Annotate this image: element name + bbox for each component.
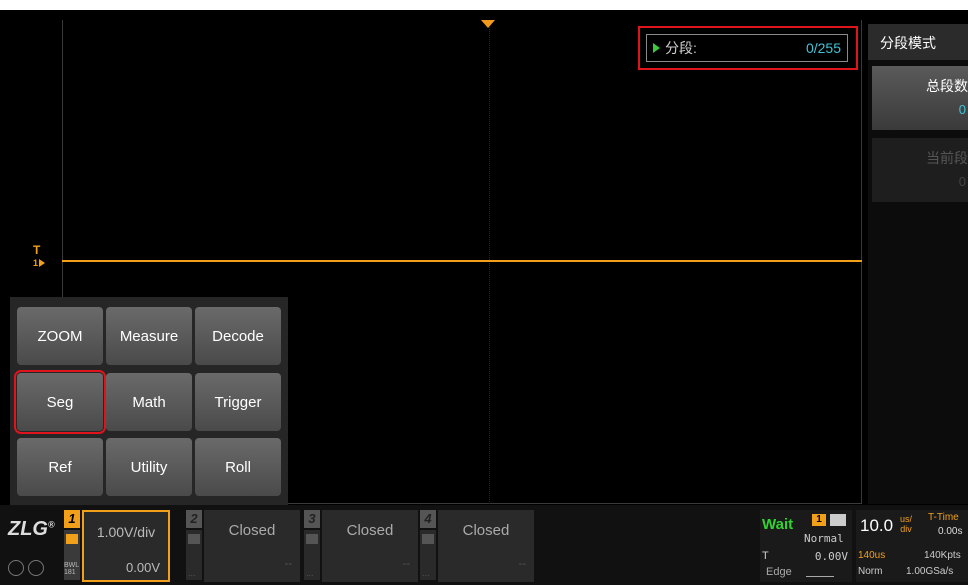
search-icon[interactable]	[8, 560, 24, 576]
coupling-icon	[422, 534, 434, 544]
logo-text: ZLG	[8, 518, 48, 540]
ch2-dots: ...	[188, 568, 196, 578]
ch3-side-info: ...	[304, 530, 320, 580]
play-icon	[653, 43, 660, 53]
trigger-position-marker[interactable]	[481, 20, 495, 28]
current-segment-label: 当前段	[926, 150, 968, 166]
panel-title: 分段模式	[868, 24, 968, 60]
grid-center-line	[489, 20, 490, 504]
coupling-icon	[188, 534, 200, 544]
ch4-settings[interactable]: Closed --	[438, 510, 534, 582]
trigger-t-label: T	[33, 243, 41, 257]
arrow-right-icon	[39, 258, 46, 267]
ch2-settings[interactable]: Closed --	[204, 510, 300, 582]
quick-function-menu: ZOOM Measure Decode Seg Math Trigger Ref…	[10, 297, 288, 505]
zoom-button[interactable]: ZOOM	[17, 307, 103, 365]
utility-button[interactable]: Utility	[106, 438, 192, 496]
trigger-t-label: T	[762, 550, 769, 562]
ch4-side-info: ...	[420, 530, 436, 580]
ch2-tab[interactable]: 2 ... Closed --	[186, 510, 300, 582]
bandwidth-limit: BWL 181	[64, 562, 79, 576]
timebase-unit-bottom: div	[900, 524, 912, 534]
ch4-status: Closed	[462, 522, 510, 539]
trigger-time-label: T-Time	[928, 512, 959, 523]
measure-button[interactable]: Measure	[106, 307, 192, 365]
ch2-side-info: ...	[186, 530, 202, 580]
ref-button[interactable]: Ref	[17, 438, 103, 496]
top-strip	[0, 0, 968, 10]
coupling-icon	[306, 534, 318, 544]
rising-edge-icon	[806, 571, 834, 577]
math-button[interactable]: Math	[106, 373, 192, 431]
total-segments-label: 总段数	[926, 78, 968, 94]
segment-value: 0/255	[805, 40, 841, 56]
seg-button[interactable]: Seg	[14, 370, 106, 434]
ch3-number-badge: 3	[304, 510, 320, 528]
ch1-tab[interactable]: 1 BWL 181 1.00V/div 0.00V	[64, 510, 178, 582]
timebase-unit-top: us/	[900, 514, 913, 524]
ch4-tab[interactable]: 4 ... Closed --	[420, 510, 534, 582]
acquisition-status: Wait	[762, 516, 794, 533]
ch1-scale: 1.00V/div	[96, 524, 156, 540]
ch1-level-marker[interactable]: T 1	[33, 243, 46, 269]
memory-points: 140Kpts	[924, 550, 961, 561]
ch3-settings[interactable]: Closed --	[322, 510, 418, 582]
current-segment-button[interactable]: 当前段 0	[872, 138, 968, 202]
ch1-waveform	[62, 260, 862, 262]
decode-button[interactable]: Decode	[195, 307, 281, 365]
ch1-side-info: BWL 181	[64, 530, 80, 580]
zlg-logo[interactable]: ZLG®	[8, 518, 55, 541]
ch4-offset: --	[518, 558, 526, 570]
acquire-mode: Norm	[858, 566, 883, 577]
ch4-number-badge: 4	[420, 510, 436, 528]
timebase-value: 10.0	[860, 516, 894, 535]
segment-mode-panel: 分段模式 总段数 0 当前段 0	[868, 24, 968, 504]
ch2-status: Closed	[228, 522, 276, 539]
ch4-dots: ...	[422, 568, 430, 578]
current-segment-value: 0	[958, 174, 966, 189]
ch3-dots: ...	[306, 568, 314, 578]
ch2-offset: --	[284, 558, 292, 570]
timebase-block[interactable]: 10.0 us/div T-Time 0.00s 140us 140Kpts N…	[856, 510, 968, 582]
coupling-icon	[66, 534, 78, 544]
trigger-level: 0.00V	[814, 550, 848, 563]
roll-button[interactable]: Roll	[195, 438, 281, 496]
ch3-offset: --	[402, 558, 410, 570]
trigger-type: Edge	[766, 566, 792, 578]
menu-icon	[830, 514, 846, 526]
ch3-status: Closed	[346, 522, 394, 539]
timebase-unit: us/div	[900, 514, 912, 534]
ch1-settings[interactable]: 1.00V/div 0.00V	[82, 510, 170, 582]
status-icons	[8, 560, 44, 576]
trigger-time-value: 0.00s	[938, 526, 963, 537]
trigger-button[interactable]: Trigger	[195, 373, 281, 431]
memory-time: 140us	[858, 550, 886, 561]
screenshot-icon[interactable]	[28, 560, 44, 576]
segment-indicator-highlight: 分段: 0/255	[638, 26, 858, 70]
registered-mark: ®	[48, 519, 55, 530]
ch1-number-badge: 1	[64, 510, 80, 528]
trigger-mode: Normal	[804, 532, 844, 545]
segment-indicator[interactable]: 分段: 0/255	[646, 34, 848, 62]
total-segments-button[interactable]: 总段数 0	[872, 66, 968, 130]
ch1-number: 1	[33, 258, 39, 268]
ch1-offset: 0.00V	[126, 560, 160, 575]
segment-label: 分段:	[665, 40, 697, 56]
trigger-source-badge: 1	[812, 514, 826, 526]
total-segments-value: 0	[958, 102, 966, 117]
trigger-status-block[interactable]: Wait 1 Normal T 0.00V Edge	[760, 510, 852, 582]
ch2-number-badge: 2	[186, 510, 202, 528]
ch3-tab[interactable]: 3 ... Closed --	[304, 510, 418, 582]
sample-rate: 1.00GSa/s	[906, 566, 954, 577]
